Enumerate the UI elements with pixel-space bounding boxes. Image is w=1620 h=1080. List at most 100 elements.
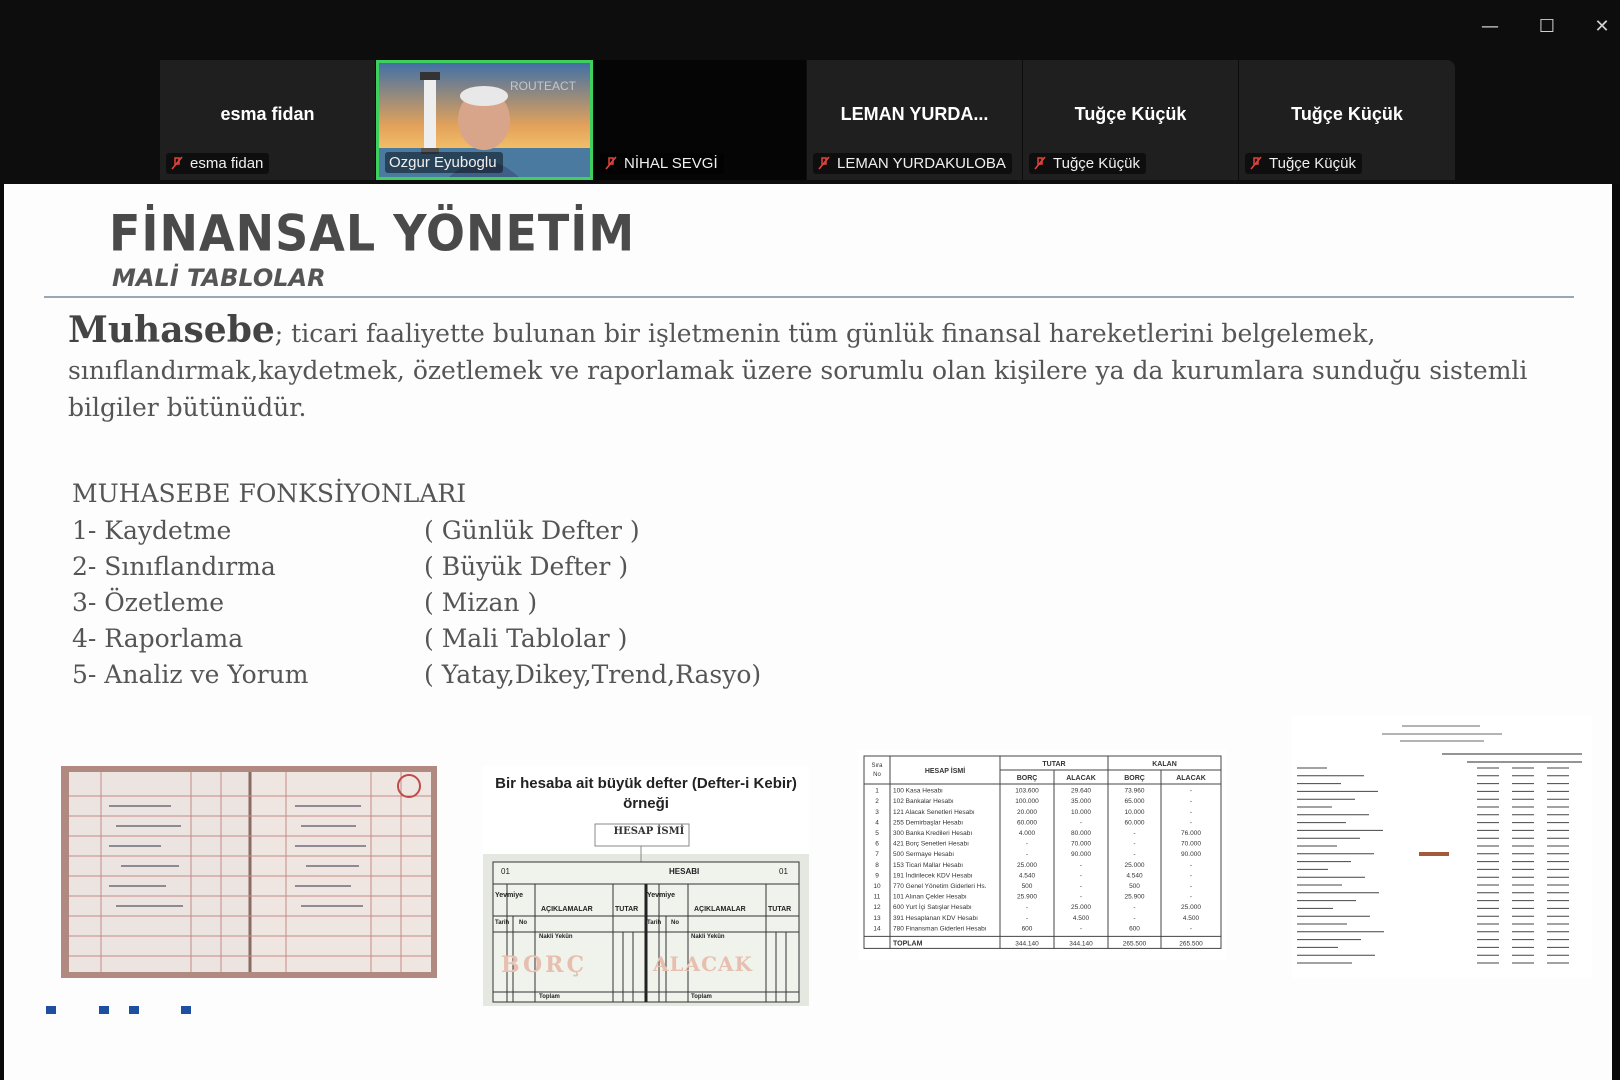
tb-cell-no: 14: [873, 925, 881, 932]
participant-tile[interactable]: LEMAN YURDA... LEMAN YURDAKULOBA: [807, 60, 1022, 180]
function-item: 4- Raporlama ( Mali Tablolar ): [72, 624, 627, 653]
title-divider: [44, 296, 1574, 298]
ledger-col-yevmiye: Yevmiye: [495, 892, 524, 899]
ledger-num-left: 01: [501, 867, 510, 876]
tb-total-value: 344.140: [1015, 940, 1039, 947]
ledger-num-right: 01: [779, 867, 788, 876]
tb-cell-no: 6: [875, 841, 879, 848]
participant-tile[interactable]: Tuğçe Küçük Tuğçe Küçük: [1023, 60, 1238, 180]
tb-cell-hesap: 421 Borç Senetleri Hesabı: [893, 841, 969, 848]
participant-display-name: LEMAN YURDA...: [840, 104, 989, 124]
ledger-credit-label: ALACAK: [653, 952, 753, 976]
tb-cell-value: 4.500: [1183, 915, 1200, 922]
ledger-toplam: Toplam: [691, 994, 712, 1000]
tb-cell-value: 600: [1129, 925, 1140, 932]
ledger-nakli-yekun: Nakli Yekün: [539, 934, 573, 940]
tb-cell-no: 4: [875, 819, 879, 826]
tb-cell-value: 25.000: [1071, 904, 1091, 911]
tb-col-borc: BORÇ: [1017, 775, 1038, 782]
tb-cell-no: 12: [873, 904, 881, 911]
tb-cell-hesap: 191 İndirilecek KDV Hesabı: [893, 870, 973, 879]
tb-total-label: TOPLAM: [893, 940, 923, 947]
video-watermark: ROUTEACT: [510, 79, 576, 93]
tb-cell-value: -: [1080, 894, 1082, 901]
tb-cell-no: 7: [875, 851, 879, 858]
ledger-col-tutar: TUTAR: [768, 906, 792, 913]
participant-tile[interactable]: NİHAL SEVGİ: [594, 60, 806, 180]
definition-paragraph: Muhasebe; ticari faaliyette bulunan bir …: [68, 312, 1568, 426]
participant-tile[interactable]: esma fidan esma fidan: [160, 60, 375, 180]
tb-cell-no: 5: [875, 830, 879, 837]
trial-balance-table: Sıra No HESAP İSMİ TUTAR KALAN BORÇ ALACAK BORÇ…: [858, 750, 1227, 960]
tb-cell-hesap: 121 Alacak Senetleri Hesabı: [893, 809, 975, 816]
tb-cell-value: -: [1080, 819, 1082, 826]
function-label: 5- Analiz ve Yorum: [72, 660, 309, 689]
participant-display-name: esma fidan: [220, 104, 315, 124]
tb-cell-value: 65.000: [1125, 798, 1145, 805]
meeting-top-bar: — ☐ ✕ esma fidan esma fidan ROUTEACT Ozg…: [0, 0, 1620, 184]
ledger-col-tutar: TUTAR: [615, 906, 639, 913]
tb-cell-hesap: 100 Kasa Hesabı: [893, 788, 943, 795]
tb-total-value: 265.500: [1179, 940, 1203, 947]
slide-subtitle: MALİ TABLOLAR: [112, 264, 326, 292]
tb-cell-no: 9: [875, 872, 879, 879]
participant-label-text: Tuğçe Küçük: [1053, 155, 1140, 172]
participant-label: esma fidan: [166, 153, 270, 174]
close-icon[interactable]: ✕: [1585, 12, 1619, 42]
ledger-col-tarih: Tarih: [647, 920, 662, 926]
muted-mic-icon: [605, 156, 617, 170]
tb-cell-value: 4.540: [1019, 872, 1036, 879]
function-book: ( Mizan ): [424, 588, 538, 617]
tb-cell-value: 76.000: [1181, 830, 1201, 837]
tb-cell-value: 73.960: [1125, 788, 1145, 795]
function-label: 1- Kaydetme: [72, 516, 232, 545]
slide-dot: [129, 1006, 139, 1014]
definition-term: Muhasebe: [68, 309, 275, 351]
tb-cell-value: -: [1190, 872, 1192, 879]
tb-cell-hesap: 101 Alınan Çekler Hesabı: [893, 894, 967, 901]
tb-group-tutar: TUTAR: [1042, 761, 1065, 768]
function-label: 3- Özetleme: [72, 588, 225, 617]
tb-cell-hesap: 153 Ticari Mallar Hesabı: [893, 862, 963, 869]
tb-cell-value: 25.000: [1125, 862, 1145, 869]
tb-cell-value: 80.000: [1071, 830, 1091, 837]
participant-label-text: Tuğçe Küçük: [1269, 155, 1356, 172]
muted-mic-icon: [1034, 156, 1046, 170]
function-book: ( Büyük Defter ): [424, 552, 629, 581]
tb-cell-hesap: 600 Yurt İçi Satışlar Hesabı: [893, 902, 972, 911]
function-label: 4- Raporlama: [72, 624, 244, 653]
tb-cell-hesap: 500 Sermaye Hesabı: [893, 851, 954, 858]
tb-cell-value: 4.500: [1073, 915, 1090, 922]
maximize-icon[interactable]: ☐: [1530, 12, 1564, 42]
tb-cell-value: -: [1026, 915, 1028, 922]
ledger-account-name: HESAP İSMİ: [613, 826, 685, 837]
tb-cell-value: 90.000: [1071, 851, 1091, 858]
function-label: 2- Sınıflandırma: [72, 552, 276, 581]
function-book: ( Mali Tablolar ): [424, 624, 628, 653]
minimize-icon[interactable]: —: [1473, 12, 1507, 42]
tb-cell-value: 20.000: [1017, 809, 1037, 816]
tb-cell-value: 25.000: [1017, 862, 1037, 869]
tb-cell-value: -: [1026, 904, 1028, 911]
tb-cell-value: -: [1133, 841, 1135, 848]
definition-text: ; ticari faaliyette bulunan bir işletmen…: [68, 319, 1528, 422]
slide-dot: [181, 1006, 191, 1014]
participant-tile[interactable]: Tuğçe Küçük Tuğçe Küçük: [1239, 60, 1455, 180]
tb-cell-value: -: [1190, 788, 1192, 795]
participant-tile-video-active[interactable]: ROUTEACT Ozgur Eyuboglu: [376, 60, 593, 180]
slide-title: FİNANSAL YÖNETİM: [109, 203, 636, 263]
participant-label-text: LEMAN YURDAKULOBA: [837, 155, 1006, 172]
tb-cell-value: -: [1026, 841, 1028, 848]
function-item: 5- Analiz ve Yorum ( Yatay,Dikey,Trend,Ra…: [72, 660, 761, 689]
tb-cell-value: 500: [1022, 883, 1033, 890]
tb-cell-value: 25.900: [1125, 894, 1145, 901]
tb-cell-value: -: [1190, 809, 1192, 816]
tb-cell-value: 90.000: [1181, 851, 1201, 858]
tb-cell-value: -: [1190, 819, 1192, 826]
tb-cell-no: 11: [874, 894, 881, 901]
journal-book-photo: [61, 766, 437, 978]
tb-col-borc: BORÇ: [1124, 775, 1145, 782]
muted-mic-icon: [1250, 156, 1262, 170]
tb-cell-value: 70.000: [1071, 841, 1091, 848]
participant-display-name: Tuğçe Küçük: [1291, 104, 1403, 124]
